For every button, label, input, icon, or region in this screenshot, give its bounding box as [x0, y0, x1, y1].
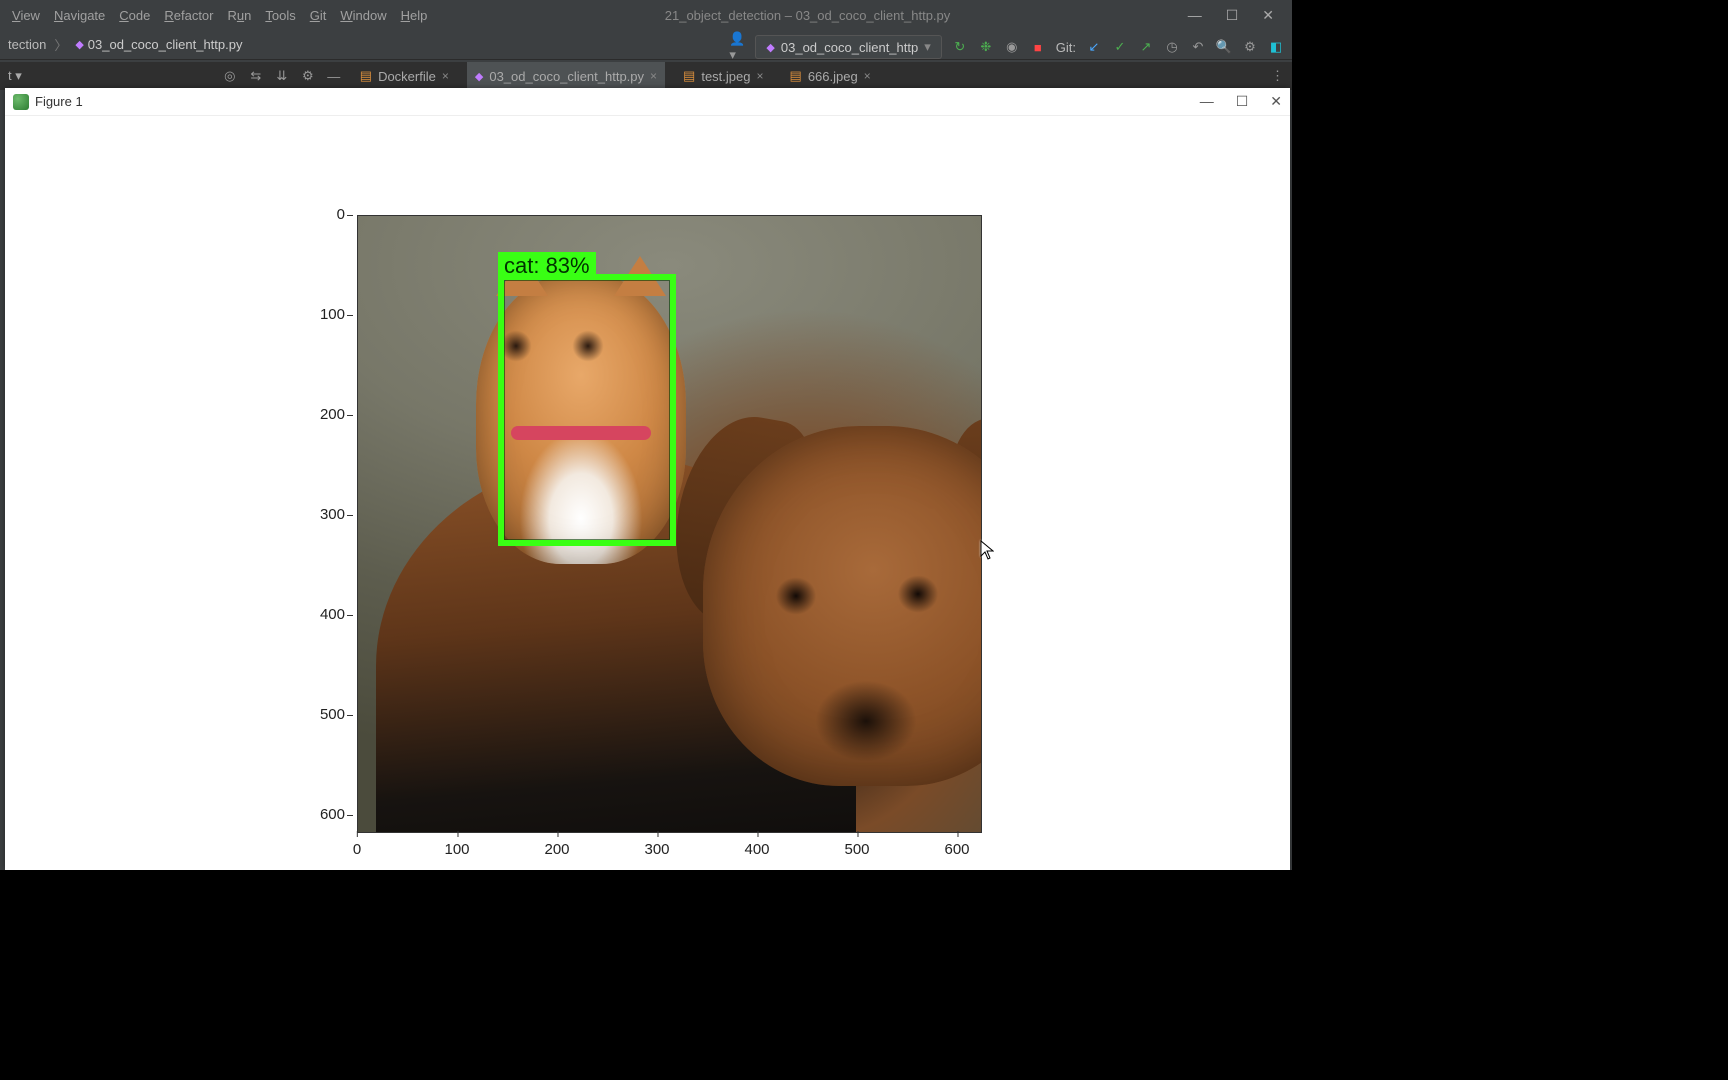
add-user-icon[interactable]: 👤▾: [729, 39, 745, 55]
expand-icon[interactable]: ⇆: [248, 68, 264, 84]
target-icon[interactable]: ◎: [222, 68, 238, 84]
x-tick-label: 0: [353, 841, 361, 858]
mouse-cursor-icon: [980, 540, 994, 560]
run-again-icon[interactable]: ↻: [952, 39, 968, 55]
debug-icon[interactable]: ❉: [978, 39, 994, 55]
ide-menubar: View Navigate Code Refactor Run Tools Gi…: [0, 8, 427, 23]
git-commit-icon[interactable]: ✓: [1112, 39, 1128, 55]
run-config-dropdown[interactable]: ◆ 03_od_coco_client_http ▾: [755, 35, 941, 59]
breadcrumb-file[interactable]: ◆ 03_od_coco_client_http.py: [75, 37, 242, 52]
ide-minimize-icon[interactable]: —: [1188, 7, 1202, 24]
git-label: Git:: [1056, 40, 1076, 55]
x-tick-label: 400: [744, 841, 769, 858]
detection-bbox-cat: cat: 83%: [498, 274, 676, 546]
matplotlib-icon: [13, 94, 29, 110]
ide-top-toolbar: 👤▾ ◆ 03_od_coco_client_http ▾ ↻ ❉ ◉ ■ Gi…: [729, 32, 1284, 62]
dog-head-shape: [703, 426, 982, 786]
ide-maximize-icon[interactable]: ☐: [1226, 7, 1239, 24]
x-tick-label: 200: [544, 841, 569, 858]
matplotlib-figure-window: Figure 1 — ☐ ✕ cat: 83% 0 100 200 300 400 500…: [5, 88, 1290, 870]
image-file-icon: ▤: [790, 68, 802, 84]
more-icon[interactable]: ⋮: [1271, 68, 1284, 84]
y-tick-label: 400: [317, 606, 345, 623]
close-tab-icon[interactable]: ×: [650, 69, 657, 83]
panel-minimize-icon[interactable]: —: [326, 68, 342, 84]
rollback-icon[interactable]: ↶: [1190, 39, 1206, 55]
menu-view[interactable]: View: [12, 8, 40, 23]
y-tick-label: 600: [317, 806, 345, 823]
figure-window-controls: — ☐ ✕: [1200, 93, 1282, 110]
detection-image: cat: 83%: [357, 215, 982, 833]
figure-maximize-icon[interactable]: ☐: [1236, 93, 1249, 110]
panel-dropdown[interactable]: t ▾: [8, 68, 22, 84]
ide-close-icon[interactable]: ✕: [1262, 7, 1274, 24]
ide-window-title: 21_object_detection – 03_od_coco_client_…: [427, 8, 1187, 23]
menu-tools[interactable]: Tools: [265, 8, 295, 23]
git-push-icon[interactable]: ↗: [1138, 39, 1154, 55]
breadcrumb-folder[interactable]: tection: [8, 37, 46, 52]
panel-settings-icon[interactable]: ⚙: [300, 68, 316, 84]
ide-secondary-toolbar: t ▾ ◎ ⇆ ⇊ ⚙ — ▤ Dockerfile × ◆ 03_od_coc…: [0, 62, 1292, 90]
menu-code[interactable]: Code: [119, 8, 150, 23]
x-tick-label: 500: [844, 841, 869, 858]
figure-close-icon[interactable]: ✕: [1270, 93, 1282, 110]
detection-label: cat: 83%: [498, 252, 596, 280]
y-tick-label: 200: [317, 406, 345, 423]
figure-minimize-icon[interactable]: —: [1200, 93, 1214, 110]
y-tick-label: 100: [317, 306, 345, 323]
menu-help[interactable]: Help: [401, 8, 428, 23]
figure-titlebar[interactable]: Figure 1 — ☐ ✕: [5, 88, 1290, 116]
python-run-icon: ◆: [766, 41, 774, 54]
x-tick-label: 300: [644, 841, 669, 858]
collapse-icon[interactable]: ⇊: [274, 68, 290, 84]
ide-titlebar: View Navigate Code Refactor Run Tools Gi…: [0, 0, 1292, 30]
ide-window-controls: — ☐ ✕: [1188, 7, 1292, 24]
stop-icon[interactable]: ■: [1030, 39, 1046, 55]
menu-run[interactable]: Run: [228, 8, 252, 23]
coverage-icon[interactable]: ◉: [1004, 39, 1020, 55]
plugin-icon[interactable]: ◧: [1268, 39, 1284, 55]
close-tab-icon[interactable]: ×: [442, 69, 449, 83]
docker-file-icon: ▤: [360, 68, 372, 84]
menu-git[interactable]: Git: [310, 8, 327, 23]
editor-tab-python[interactable]: ◆ 03_od_coco_client_http.py ×: [467, 62, 665, 90]
close-tab-icon[interactable]: ×: [757, 69, 764, 83]
plot-axes: cat: 83%: [357, 215, 982, 833]
editor-tab-666jpeg[interactable]: ▤ 666.jpeg ×: [782, 62, 879, 90]
x-tick-label: 600: [944, 841, 969, 858]
settings-icon[interactable]: ⚙: [1242, 39, 1258, 55]
python-file-icon: ◆: [75, 38, 83, 51]
close-tab-icon[interactable]: ×: [864, 69, 871, 83]
menu-window[interactable]: Window: [340, 8, 386, 23]
figure-canvas[interactable]: cat: 83% 0 100 200 300 400 500 600 0 100 200 300 4…: [5, 116, 1290, 870]
x-tick-label: 100: [444, 841, 469, 858]
history-icon[interactable]: ◷: [1164, 39, 1180, 55]
editor-tab-testjpeg[interactable]: ▤ test.jpeg ×: [675, 62, 771, 90]
figure-title: Figure 1: [35, 94, 83, 109]
image-file-icon: ▤: [683, 68, 695, 84]
menu-navigate[interactable]: Navigate: [54, 8, 105, 23]
git-update-icon[interactable]: ↙: [1086, 39, 1102, 55]
search-icon[interactable]: 🔍: [1216, 39, 1232, 55]
y-tick-label: 300: [317, 506, 345, 523]
menu-refactor[interactable]: Refactor: [164, 8, 213, 23]
y-tick-label: 500: [317, 706, 345, 723]
editor-tab-dockerfile[interactable]: ▤ Dockerfile ×: [352, 62, 457, 90]
python-file-icon: ◆: [475, 70, 483, 83]
y-tick-label: 0: [317, 206, 345, 223]
